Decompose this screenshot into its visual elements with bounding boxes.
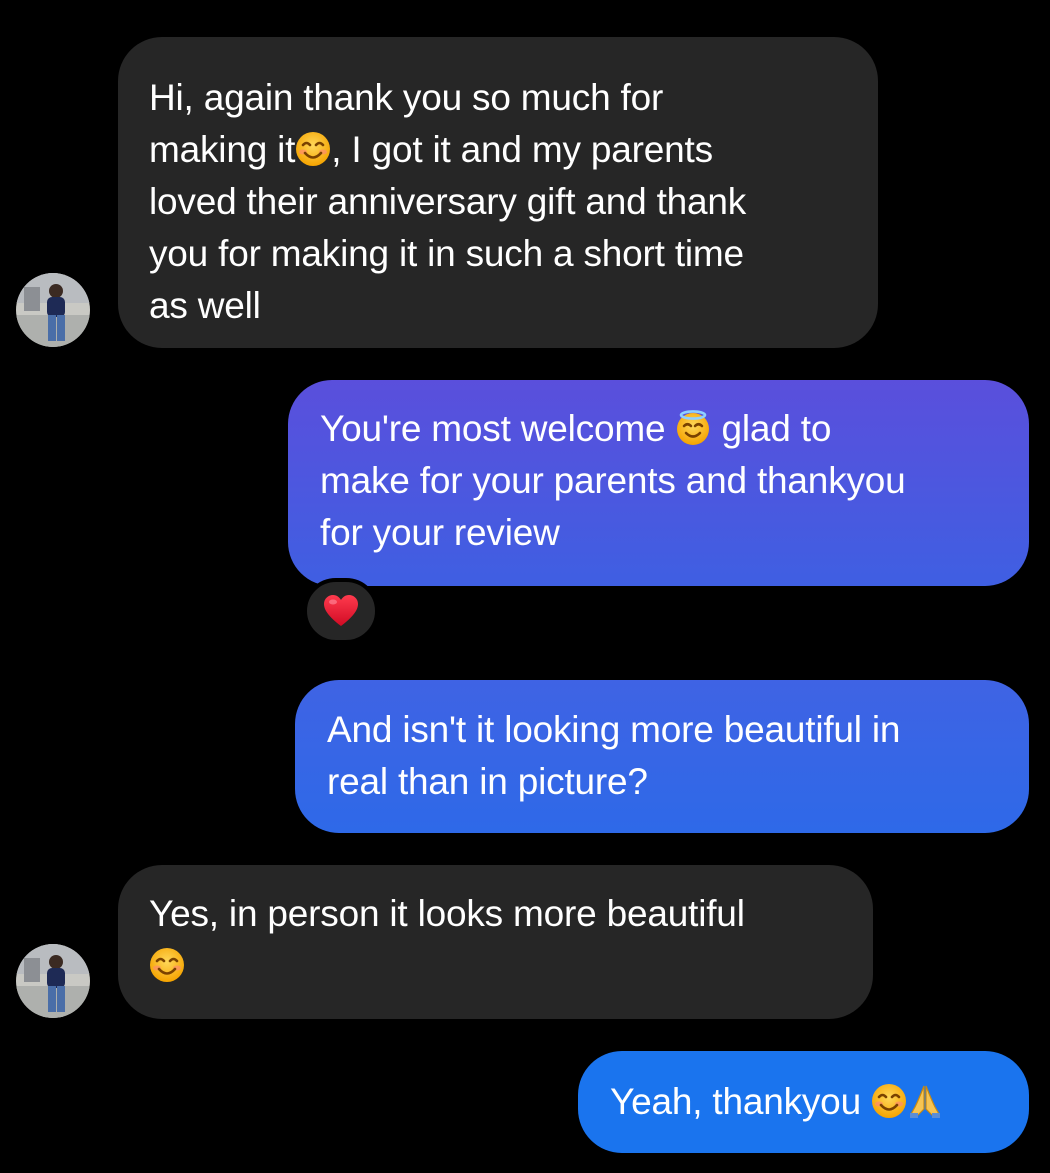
message-bubble[interactable]: Hi, again thank you so much for making i… [118,37,878,348]
smiling-face-icon [296,132,331,166]
message-text: as well [149,285,261,326]
message-text: And isn't it looking more beautiful in [327,709,901,750]
message-text: make for your parents and thankyou [320,460,906,501]
message-text: Yes, in person it looks more beautiful [149,893,745,934]
message-bubble[interactable]: And isn't it looking more beautiful in r… [295,680,1029,833]
message-text: glad to [711,408,832,449]
message-text: Hi, again thank you so much for [149,77,664,118]
message-text: you for making it in such a short time [149,233,744,274]
avatar[interactable] [16,273,90,347]
heart-icon [324,595,358,626]
message-bubble[interactable]: Yes, in person it looks more beautiful [118,865,873,1019]
reaction-badge[interactable] [303,578,379,644]
message-bubble[interactable]: You're most welcome glad to make for you… [288,380,1029,586]
message-bubble[interactable]: Yeah, thankyou [578,1051,1029,1153]
smiling-face-icon [150,948,184,982]
avatar[interactable] [16,944,90,1018]
message-text: , I got it and my parents [331,129,713,170]
folded-hands-icon [910,1085,941,1118]
message-text: for your review [320,512,560,553]
message-text: loved their anniversary gift and thank [149,181,747,222]
message-text: making it [149,129,296,170]
message-text: Yeah, thankyou [610,1081,872,1122]
smiling-face-with-halo-icon [677,410,710,445]
message-text: You're most welcome [320,408,676,449]
message-text: real than in picture? [327,761,648,802]
smiling-face-icon [872,1084,907,1118]
